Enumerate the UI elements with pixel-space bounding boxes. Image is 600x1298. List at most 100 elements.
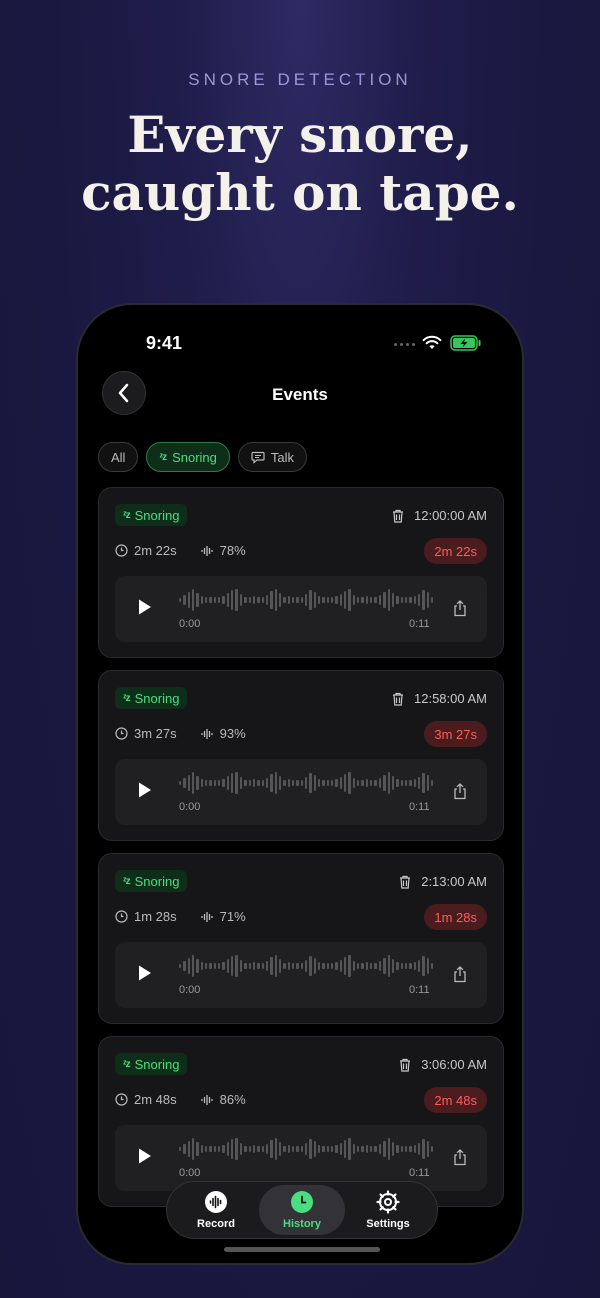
event-confidence: 71%	[219, 909, 246, 924]
event-time-group: 3:06:00 AM	[399, 1057, 487, 1072]
event-tag-label: Snoring	[134, 1056, 180, 1072]
playback-end: 0:11	[409, 618, 430, 630]
playback-end: 0:11	[409, 801, 430, 813]
event-tag: ᶻz Snoring	[115, 504, 188, 526]
status-bar: 9:41	[78, 331, 522, 355]
event-tag-label: Snoring	[134, 873, 180, 889]
event-meta: 1m 28s 71%	[115, 909, 246, 924]
audio-player: 0:00 0:11	[115, 942, 487, 1008]
headline-line-1: Every snore,	[127, 105, 473, 164]
event-meta: 2m 22s 78%	[115, 543, 246, 558]
share-icon[interactable]	[453, 600, 467, 617]
event-card[interactable]: ᶻz Snoring 2:13:00 AM 1m 28s 71% 1m 28s …	[98, 853, 504, 1024]
zzz-icon: ᶻz	[123, 875, 131, 887]
playback-start: 0:00	[179, 984, 201, 996]
duration-badge: 2m 22s	[424, 538, 487, 564]
waveform[interactable]	[179, 1138, 434, 1160]
signal-icon	[394, 343, 415, 346]
playback-end: 0:11	[409, 984, 430, 996]
event-duration: 2m 48s	[134, 1092, 177, 1107]
share-icon[interactable]	[453, 966, 467, 983]
event-tag: ᶻz Snoring	[115, 687, 188, 709]
event-time: 12:58:00 AM	[414, 691, 487, 706]
tab-bar: Record History Settings	[166, 1181, 438, 1239]
event-time: 3:06:00 AM	[421, 1057, 487, 1072]
event-card[interactable]: ᶻz Snoring 12:00:00 AM 2m 22s 78% 2m 22s…	[98, 487, 504, 658]
tab-settings[interactable]: Settings	[345, 1185, 431, 1235]
zzz-icon: ᶻz	[123, 692, 131, 704]
wifi-icon	[422, 335, 442, 349]
trash-icon[interactable]	[392, 692, 404, 706]
waveform-icon	[200, 1094, 213, 1105]
microphone-wave-icon	[205, 1191, 227, 1213]
promo-headline: Every snore, caught on tape.	[0, 106, 600, 222]
event-time-group: 12:58:00 AM	[392, 691, 487, 706]
event-card[interactable]: ᶻz Snoring 12:58:00 AM 3m 27s 93% 3m 27s…	[98, 670, 504, 841]
waveform-icon	[200, 545, 213, 556]
duration-badge: 3m 27s	[424, 721, 487, 747]
trash-icon[interactable]	[399, 1058, 411, 1072]
event-time-group: 2:13:00 AM	[399, 874, 487, 889]
tab-history[interactable]: History	[259, 1185, 345, 1235]
playback-start: 0:00	[179, 1167, 201, 1179]
event-confidence: 93%	[219, 726, 246, 741]
event-confidence: 78%	[219, 543, 246, 558]
audio-player: 0:00 0:11	[115, 759, 487, 825]
share-icon[interactable]	[453, 1149, 467, 1166]
filter-snoring-label: Snoring	[172, 449, 217, 465]
duration-badge: 1m 28s	[424, 904, 487, 930]
event-tag: ᶻz Snoring	[115, 1053, 188, 1075]
duration-badge: 2m 48s	[424, 1087, 487, 1113]
clock-filled-icon	[291, 1191, 313, 1213]
waveform[interactable]	[179, 589, 434, 611]
event-tag-label: Snoring	[134, 507, 180, 523]
audio-player: 0:00 0:11	[115, 576, 487, 642]
phone-frame: 9:41 Events All ᶻz Snoring Talk ᶻz Snori…	[76, 303, 524, 1265]
tab-history-label: History	[283, 1218, 321, 1230]
waveform[interactable]	[179, 955, 434, 977]
event-duration: 2m 22s	[134, 543, 177, 558]
play-icon[interactable]	[137, 1147, 153, 1165]
clock-icon	[115, 544, 128, 557]
headline-line-2: caught on tape.	[81, 163, 519, 222]
play-icon[interactable]	[137, 598, 153, 616]
zzz-icon: ᶻz	[123, 509, 131, 521]
filter-all-label: All	[111, 449, 126, 465]
event-meta: 3m 27s 93%	[115, 726, 246, 741]
event-duration: 1m 28s	[134, 909, 177, 924]
share-icon[interactable]	[453, 783, 467, 800]
speech-bubble-icon	[251, 451, 265, 464]
promo-eyebrow: SNORE DETECTION	[188, 70, 412, 89]
event-time: 12:00:00 AM	[414, 508, 487, 523]
play-icon[interactable]	[137, 964, 153, 982]
trash-icon[interactable]	[399, 875, 411, 889]
event-tag-label: Snoring	[134, 690, 180, 706]
play-icon[interactable]	[137, 781, 153, 799]
event-duration: 3m 27s	[134, 726, 177, 741]
playback-start: 0:00	[179, 618, 201, 630]
tab-record[interactable]: Record	[173, 1185, 259, 1235]
filter-snoring[interactable]: ᶻz Snoring	[146, 442, 230, 472]
waveform-icon	[200, 911, 213, 922]
page-title: Events	[272, 385, 328, 404]
event-tag: ᶻz Snoring	[115, 870, 188, 892]
trash-icon[interactable]	[392, 509, 404, 523]
filter-all[interactable]: All	[98, 442, 139, 472]
tab-record-label: Record	[197, 1218, 235, 1230]
home-indicator	[224, 1247, 380, 1252]
event-meta: 2m 48s 86%	[115, 1092, 246, 1107]
playback-start: 0:00	[179, 801, 201, 813]
clock-icon	[115, 910, 128, 923]
zzz-icon: ᶻz	[159, 451, 167, 463]
filter-talk[interactable]: Talk	[237, 442, 308, 472]
waveform[interactable]	[179, 772, 434, 794]
waveform-icon	[200, 728, 213, 739]
event-confidence: 86%	[219, 1092, 246, 1107]
zzz-icon: ᶻz	[123, 1058, 131, 1070]
gear-icon	[376, 1190, 400, 1214]
tab-settings-label: Settings	[366, 1218, 410, 1230]
clock-icon	[115, 1093, 128, 1106]
filter-bar: All ᶻz Snoring Talk	[98, 442, 308, 472]
battery-charging-icon	[450, 335, 481, 351]
clock-icon	[115, 727, 128, 740]
